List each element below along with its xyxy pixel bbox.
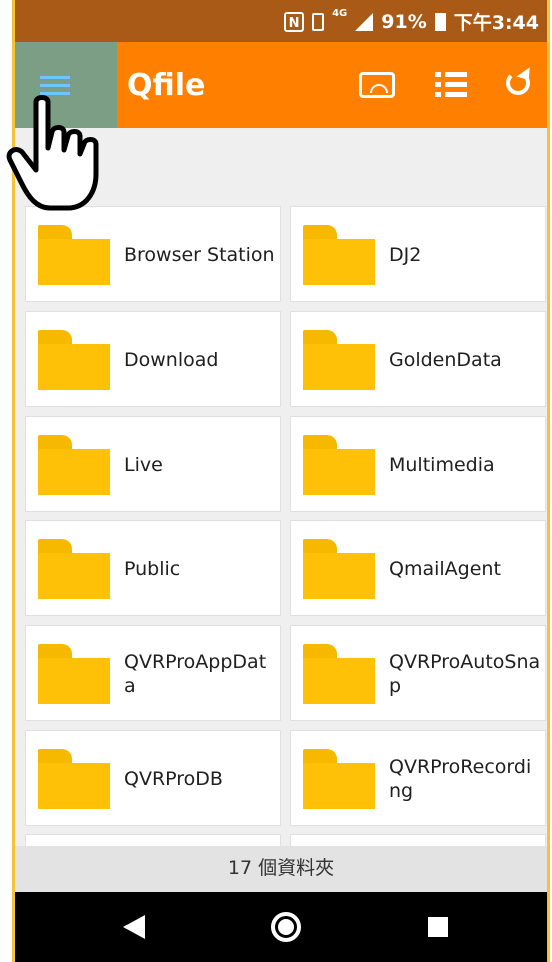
back-icon[interactable] — [123, 915, 145, 939]
folder-icon — [38, 644, 110, 704]
menu-icon — [40, 76, 70, 96]
folder-name: Public — [124, 558, 181, 580]
list-view-icon[interactable] — [435, 72, 467, 98]
folder-icon — [303, 644, 375, 704]
folder-tile[interactable]: Download — [25, 311, 281, 407]
folder-icon — [38, 749, 110, 809]
folder-name: QVRProRecording — [389, 756, 532, 802]
folder-icon — [303, 435, 375, 495]
folder-icon — [303, 330, 375, 390]
folder-name: DJ2 — [389, 244, 422, 266]
folder-tile[interactable]: GoldenData — [290, 311, 546, 407]
folder-tile[interactable]: Live — [25, 416, 281, 512]
cast-icon[interactable] — [359, 72, 395, 98]
recent-apps-icon[interactable] — [428, 917, 448, 937]
folder-name: Browser Station — [124, 244, 275, 266]
folder-count-bar: 17 個資料夾 — [15, 846, 547, 892]
folder-name: Live — [124, 454, 163, 476]
folder-tile[interactable]: Public — [25, 520, 281, 616]
folder-name: Download — [124, 349, 219, 371]
system-nav-bar — [15, 892, 547, 962]
folder-name: GoldenData — [389, 349, 502, 371]
app-bar: Qfile — [15, 42, 547, 128]
battery-icon — [434, 12, 446, 31]
refresh-icon[interactable] — [506, 71, 530, 95]
vibrate-icon — [312, 12, 325, 31]
network-type: 4G — [332, 8, 348, 19]
menu-button[interactable] — [15, 42, 117, 128]
folder-count-text: 17 個資料夾 — [227, 857, 335, 879]
folder-name: QVRProAppData — [124, 651, 267, 697]
signal-icon — [355, 12, 374, 31]
folder-tile[interactable]: QVRProDB — [25, 730, 281, 826]
folder-icon — [38, 225, 110, 285]
home-icon[interactable] — [271, 912, 301, 942]
folder-icon — [303, 539, 375, 599]
folder-icon — [38, 330, 110, 390]
app-title: Qfile — [127, 68, 206, 103]
folder-tile[interactable]: QVRProRecording — [290, 730, 546, 826]
app-frame: N 4G 91% 下午3:44 Qfile Browser Station DJ… — [12, 0, 550, 962]
folder-name: Multimedia — [389, 454, 495, 476]
status-icons: N 4G 91% 下午3:44 — [284, 8, 539, 35]
folder-icon — [303, 749, 375, 809]
folder-icon — [38, 435, 110, 495]
folder-tile[interactable]: DJ2 — [290, 206, 546, 302]
folder-tile[interactable]: QmailAgent — [290, 520, 546, 616]
folder-icon — [38, 539, 110, 599]
folder-name: QmailAgent — [389, 558, 501, 580]
folder-tile[interactable]: QVRProAutoSnap — [290, 625, 546, 721]
folder-tile[interactable]: Multimedia — [290, 416, 546, 512]
battery-percent: 91% — [381, 10, 427, 33]
folder-name: QVRProDB — [124, 768, 223, 790]
folder-tile[interactable]: QVRProAppData — [25, 625, 281, 721]
status-bar: N 4G 91% 下午3:44 — [15, 0, 547, 42]
folder-icon — [303, 225, 375, 285]
folder-name: QVRProAutoSnap — [389, 651, 541, 697]
nfc-icon: N — [284, 11, 305, 32]
clock: 下午3:44 — [453, 12, 539, 34]
folder-tile[interactable]: Browser Station — [25, 206, 281, 302]
